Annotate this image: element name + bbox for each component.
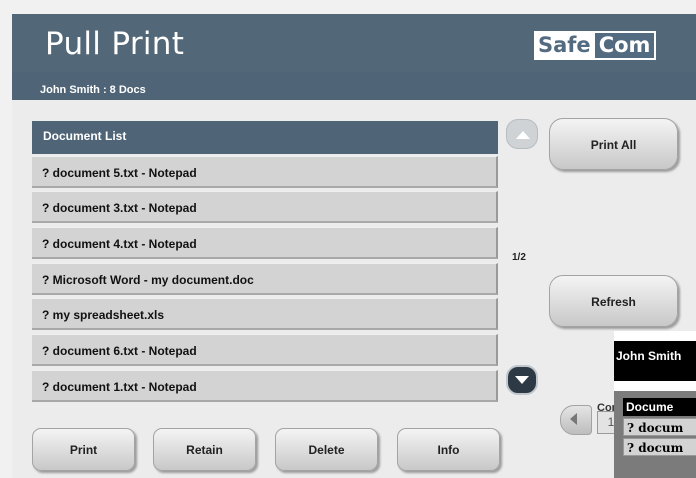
print-button[interactable]: Print (32, 428, 135, 471)
arrow-down-icon (515, 376, 529, 384)
page-title: Pull Print (45, 26, 185, 62)
document-list-item[interactable]: ? document 3.txt - Notepad (32, 191, 498, 223)
document-list-item[interactable]: ? document 6.txt - Notepad (32, 334, 498, 366)
document-list-item[interactable]: ? document 4.txt - Notepad (32, 227, 498, 259)
info-button[interactable]: Info (397, 428, 500, 471)
logo-text-safe: Safe (534, 31, 595, 60)
overlay-list-item[interactable]: ? docum (623, 438, 696, 456)
scroll-down-button[interactable] (506, 365, 538, 395)
print-all-button[interactable]: Print All (549, 118, 678, 170)
logo-text-com: Com (594, 33, 655, 58)
arrow-up-icon (516, 131, 530, 139)
pull-print-screen: Pull Print Safe Com John Smith : 8 Docs … (12, 14, 696, 478)
user-status: John Smith : 8 Docs (40, 84, 146, 96)
overlay-list-item[interactable]: ? docum (623, 418, 696, 436)
header-bar: Pull Print Safe Com (12, 14, 696, 72)
page-indicator: 1/2 (512, 252, 526, 263)
copies-decrement-button[interactable] (560, 405, 592, 435)
overlay-user: John Smith (614, 341, 696, 381)
user-status-bar: John Smith : 8 Docs (12, 72, 696, 100)
overlay-window: John Smith Docume ? docum ? docum (614, 331, 696, 478)
safecom-logo: Safe Com (534, 31, 657, 60)
document-list-item[interactable]: ? document 5.txt - Notepad (32, 156, 498, 188)
refresh-label: Refresh (591, 295, 636, 309)
overlay-list-header: Docume (623, 398, 696, 416)
arrow-left-icon (570, 413, 577, 425)
document-list-item[interactable]: ? document 1.txt - Notepad (32, 370, 498, 402)
document-list-item[interactable]: ? Microsoft Word - my document.doc (32, 263, 498, 295)
scroll-up-button[interactable] (506, 119, 538, 149)
overlay-panel: Docume ? docum ? docum (614, 391, 696, 478)
delete-button[interactable]: Delete (275, 428, 378, 471)
retain-button[interactable]: Retain (153, 428, 256, 471)
document-list-header: Document List (32, 121, 498, 154)
document-list-item[interactable]: ? my spreadsheet.xls (32, 298, 498, 330)
refresh-button[interactable]: Refresh (549, 275, 678, 327)
print-all-label: Print All (590, 138, 637, 152)
